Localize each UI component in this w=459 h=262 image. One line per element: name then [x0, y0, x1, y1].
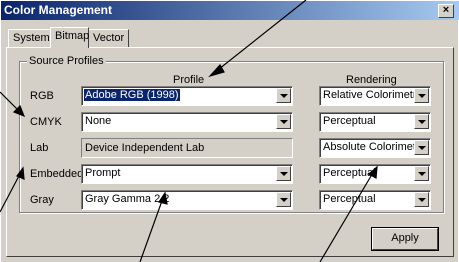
dropdown-arrow-icon[interactable] — [414, 114, 429, 129]
profile-select-rgb[interactable]: Adobe RGB (1998) — [81, 86, 293, 106]
dropdown-arrow-icon[interactable] — [414, 140, 429, 155]
apply-button[interactable]: Apply — [372, 228, 438, 250]
row-label-gray: Gray — [30, 194, 54, 206]
profile-select-cmyk[interactable]: None — [81, 112, 293, 132]
rendering-value-lab: Absolute Colorimetric — [323, 141, 428, 153]
rendering-select-gray[interactable]: Perceptual — [319, 190, 431, 210]
profile-value-cmyk: None — [85, 115, 112, 127]
dropdown-arrow-icon[interactable] — [276, 88, 291, 103]
tab-vector[interactable]: Vector — [88, 29, 129, 47]
rendering-select-cmyk[interactable]: Perceptual — [319, 112, 431, 132]
dropdown-arrow-icon[interactable] — [276, 114, 291, 129]
profile-select-gray[interactable]: Gray Gamma 2.2 — [81, 190, 293, 210]
rendering-column-header: Rendering — [346, 74, 397, 86]
row-label-rgb: RGB — [30, 90, 54, 102]
rendering-select-embedded[interactable]: Perceptual — [319, 164, 431, 184]
row-label-lab: Lab — [30, 142, 49, 154]
tab-bitmap[interactable]: Bitmap — [50, 27, 89, 48]
profile-value-rgb: Adobe RGB (1998) — [84, 89, 180, 101]
rendering-value-rgb: Relative Colorimetric — [323, 89, 425, 101]
profile-select-embedded[interactable]: Prompt — [81, 164, 293, 184]
window-title: Color Management — [4, 3, 113, 17]
title-bar: Color Management × — [1, 1, 459, 20]
source-profiles-legend: Source Profiles — [27, 55, 106, 67]
rendering-value-embedded: Perceptual — [323, 167, 376, 179]
profile-value-lab: Device Independent Lab — [85, 142, 205, 154]
profile-value-embedded: Prompt — [85, 167, 121, 179]
profile-value-gray: Gray Gamma 2.2 — [85, 193, 170, 205]
close-button[interactable]: × — [438, 4, 454, 18]
dropdown-arrow-icon[interactable] — [276, 166, 291, 181]
rendering-value-gray: Perceptual — [323, 193, 376, 205]
tab-system[interactable]: System — [8, 29, 51, 47]
dropdown-arrow-icon[interactable] — [414, 192, 429, 207]
dropdown-arrow-icon[interactable] — [414, 88, 429, 103]
profile-static-lab: Device Independent Lab — [81, 138, 293, 158]
rendering-select-rgb[interactable]: Relative Colorimetric — [319, 86, 431, 106]
dropdown-arrow-icon[interactable] — [276, 192, 291, 207]
color-management-dialog: Color Management × System Bitmap Vector … — [0, 0, 459, 262]
row-label-embedded: Embedded — [30, 168, 84, 180]
profile-column-header: Profile — [173, 74, 205, 86]
rendering-select-lab[interactable]: Absolute Colorimetric — [319, 138, 431, 158]
dropdown-arrow-icon[interactable] — [414, 166, 429, 181]
rendering-value-cmyk: Perceptual — [323, 115, 376, 127]
row-label-cmyk: CMYK — [30, 116, 62, 128]
